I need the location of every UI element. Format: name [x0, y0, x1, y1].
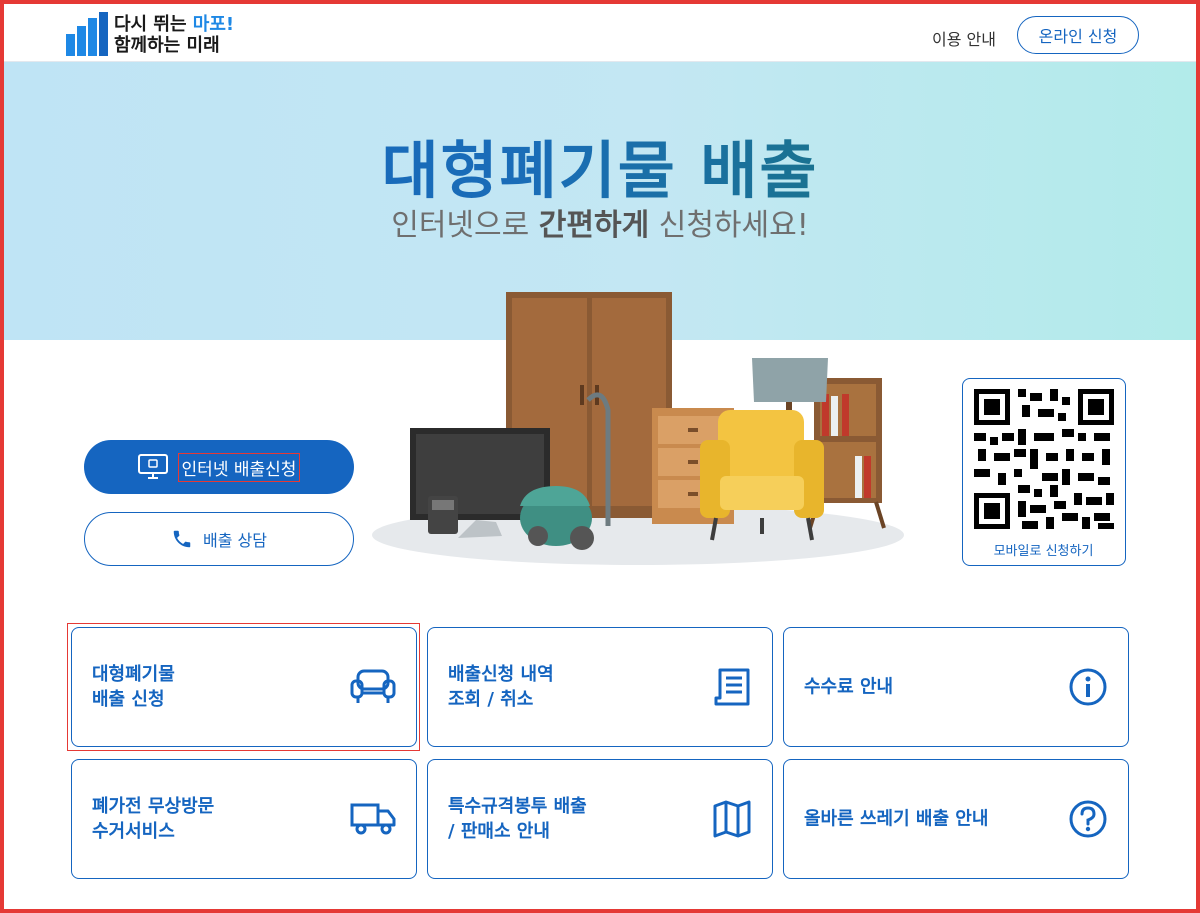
card-apply-history[interactable]: 배출신청 내역 조회 / 취소 [427, 627, 773, 747]
logo-text: 다시 뛰는 마포! 함께하는 미래 [114, 14, 234, 56]
card-appliance-pickup[interactable]: 폐가전 무상방문 수거서비스 [71, 759, 417, 879]
furniture-illustration [372, 292, 904, 565]
phone-icon [173, 530, 191, 548]
info-icon [1069, 668, 1107, 706]
qr-card[interactable]: 모바일로 신청하기 [962, 378, 1126, 566]
logo-text-line2: 함께하는 미래 [114, 35, 220, 56]
card-label: 배출신청 내역 조회 / 취소 [448, 664, 554, 710]
hero-subtitle-part2: 신청하세요! [649, 208, 809, 243]
consult-button[interactable]: 배출 상담 [84, 512, 354, 566]
hero-subtitle-emphasis: 간편하게 [538, 208, 650, 243]
nav-usage-guide[interactable]: 이용 안내 [932, 26, 996, 50]
card-waste-disposal-guide[interactable]: 올바른 쓰레기 배출 안내 [783, 759, 1129, 879]
map-icon [713, 800, 751, 838]
card-special-bag-guide[interactable]: 특수규격봉투 배출 / 판매소 안내 [427, 759, 773, 879]
card-label: 특수규격봉투 배출 / 판매소 안내 [448, 796, 587, 842]
internet-apply-label: 인터넷 배출신청 [177, 452, 301, 482]
qr-label: 모바일로 신청하기 [993, 544, 1094, 559]
card-label: 폐가전 무상방문 수거서비스 [92, 796, 215, 842]
sofa-icon [350, 669, 396, 703]
logo-bars-icon [66, 12, 108, 56]
qr-code-icon [974, 389, 1114, 529]
computer-icon [137, 454, 168, 479]
internet-apply-button[interactable]: 인터넷 배출신청 [84, 440, 354, 494]
site-header: 다시 뛰는 마포! 함께하는 미래 이용 안내 온라인 신청 [4, 4, 1196, 62]
nav-online-apply-button[interactable]: 온라인 신청 [1017, 16, 1139, 54]
card-label: 대형폐기물 배출 신청 [92, 664, 175, 710]
hero-title: 대형폐기물 배출 [4, 120, 1196, 210]
consult-label: 배출 상담 [203, 531, 267, 550]
receipt-icon [714, 668, 750, 706]
card-label: 올바른 쓰레기 배출 안내 [804, 808, 989, 830]
site-logo[interactable]: 다시 뛰는 마포! 함께하는 미래 [66, 12, 266, 58]
hero-subtitle: 인터넷으로 간편하게 신청하세요! [4, 200, 1196, 244]
card-label: 수수료 안내 [804, 676, 894, 698]
logo-text-accent: 마포! [192, 14, 235, 35]
help-icon [1069, 800, 1107, 838]
hero-subtitle-part1: 인터넷으로 [391, 208, 539, 243]
truck-icon [350, 803, 396, 835]
logo-text-line1: 다시 뛰는 [114, 14, 193, 35]
card-bulky-waste-apply[interactable]: 대형폐기물 배출 신청 [71, 627, 417, 747]
card-fee-guide[interactable]: 수수료 안내 [783, 627, 1129, 747]
